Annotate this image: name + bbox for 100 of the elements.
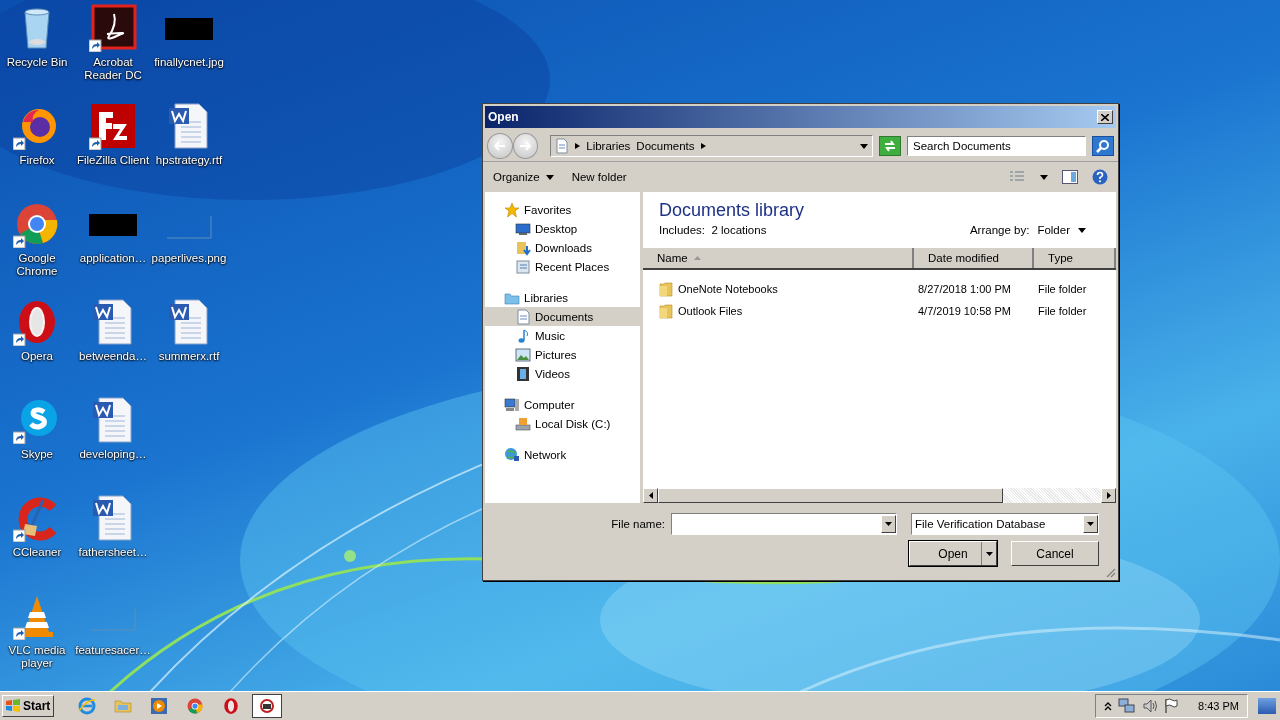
dropdown-button[interactable] [1083, 515, 1098, 533]
chevron-up-icon[interactable] [1104, 701, 1113, 711]
nav-item[interactable]: Documents [485, 307, 640, 326]
refresh-arrows-icon [883, 140, 898, 152]
desktop-icon-label: hpstrategy.rtf [155, 154, 223, 167]
star-icon [504, 201, 520, 218]
column-header[interactable]: Name [643, 248, 914, 268]
document-icon [515, 308, 531, 325]
taskbar-app-button[interactable] [252, 694, 282, 718]
type-cell-text: File folder [1037, 283, 1088, 295]
caret-icon [885, 522, 892, 526]
desktop-icon-label: finallycnet.jpg [154, 56, 224, 69]
chrome-icon [186, 697, 204, 715]
places-icon [515, 258, 531, 275]
nav-item[interactable]: Libraries [485, 288, 640, 307]
type-cell-text: File folder [1037, 305, 1088, 317]
flag-icon[interactable] [1164, 698, 1179, 714]
close-button[interactable] [1097, 110, 1113, 124]
search-icon [1096, 139, 1111, 153]
computer-icon [504, 396, 520, 413]
file-name-cell[interactable]: Outlook Files [643, 303, 914, 319]
scroll-right-button[interactable] [1101, 488, 1116, 503]
dropdown-button[interactable] [881, 515, 896, 533]
breadcrumb-item[interactable]: Libraries [586, 140, 631, 152]
scroll-left-button[interactable] [643, 488, 658, 503]
forward-arrow-icon [519, 141, 532, 151]
desktop-icon-label: Acrobat Reader DC [83, 56, 143, 82]
desktop-icon-label: paperlives.png [151, 252, 227, 265]
folder-icon [114, 697, 132, 715]
arrange-by-label: Arrange by: [969, 224, 1030, 236]
address-bar[interactable]: Libraries Documents [550, 135, 874, 157]
cancel-button[interactable]: Cancel [1011, 541, 1099, 566]
caret-icon [1078, 227, 1086, 233]
resize-grip-icon[interactable] [1105, 567, 1116, 578]
clock[interactable]: 8:43 PM [1198, 700, 1239, 712]
column-header[interactable]: Date modified [914, 248, 1034, 268]
speaker-icon[interactable] [1142, 698, 1159, 714]
list-icon [1010, 171, 1026, 183]
help-button[interactable] [1090, 167, 1110, 187]
start-button[interactable]: Start [2, 695, 54, 717]
nav-item[interactable]: Favorites [485, 200, 640, 219]
nav-item[interactable]: Local Disk (C:) [485, 414, 640, 433]
acrobat-icon[interactable] [89, 4, 137, 52]
close-icon [1101, 113, 1109, 121]
file-name-label: File name: [611, 518, 665, 530]
library-title: Documents library [659, 200, 805, 221]
desktop-icon-label: Google Chrome [15, 252, 59, 278]
desktop-icon-label: fathersheet… [78, 546, 148, 559]
date-cell-text: 4/7/2019 10:58 PM [917, 305, 1012, 317]
date-cell-text: 8/27/2018 1:00 PM [917, 283, 1012, 295]
preview-pane-icon [1062, 170, 1078, 184]
folder-icon [659, 303, 673, 319]
open-button[interactable]: Open [909, 541, 997, 566]
film-icon [515, 365, 531, 382]
search-button[interactable] [1092, 136, 1114, 156]
view-dropdown-button[interactable] [1038, 172, 1050, 182]
desktop-icon-label: summerx.rtf [158, 350, 220, 363]
desktop-icon-label: Recycle Bin [6, 56, 68, 69]
nav-item[interactable]: Computer [485, 395, 640, 414]
nav-item[interactable]: Recent Places [485, 257, 640, 276]
back-button[interactable] [487, 133, 513, 159]
arrange-by-dropdown[interactable]: Folder [1037, 224, 1086, 236]
document-icon [555, 138, 570, 154]
nav-item[interactable]: Downloads [485, 238, 640, 257]
split-dropdown-arrow[interactable] [981, 542, 996, 565]
desktop-icon-label: Firefox [19, 154, 55, 167]
breadcrumb-item[interactable]: Documents [636, 140, 695, 152]
scrollbar-thumb[interactable] [658, 488, 1003, 503]
forward-button[interactable] [512, 133, 539, 159]
search-field[interactable]: Search Documents [906, 136, 1087, 156]
file-name-cell[interactable]: OneNote Notebooks [643, 281, 914, 297]
desktop-icon-label: CCleaner [12, 546, 62, 559]
drive-icon [515, 415, 531, 432]
right-arrow-icon [1106, 492, 1111, 499]
globe-icon [504, 446, 520, 463]
organize-menu-button[interactable]: Organize [489, 168, 558, 186]
new-folder-button[interactable]: New folder [567, 168, 631, 186]
window-title: Open [488, 110, 519, 124]
nav-item[interactable]: Pictures [485, 345, 640, 364]
refresh-button[interactable] [879, 136, 901, 156]
horizontal-scrollbar[interactable] [643, 488, 1116, 503]
column-header[interactable]: Type [1034, 248, 1116, 268]
chevron-icon [700, 143, 706, 149]
file-type-dropdown[interactable]: File Verification Database [911, 513, 1099, 535]
left-arrow-icon [648, 492, 653, 499]
play-icon [150, 697, 168, 715]
nav-item[interactable]: Network [485, 445, 640, 464]
network-icon[interactable] [1118, 698, 1137, 714]
caret-icon [1087, 522, 1094, 526]
preview-pane-button[interactable] [1060, 168, 1080, 186]
app-icon [258, 697, 276, 715]
nav-item[interactable]: Desktop [485, 219, 640, 238]
help-icon [1092, 169, 1108, 185]
nav-item[interactable]: Music [485, 326, 640, 345]
nav-item[interactable]: Videos [485, 364, 640, 383]
download-icon [515, 239, 531, 256]
file-name-field[interactable] [671, 513, 897, 535]
desktop-icon-label: VLC media player [7, 644, 67, 670]
desktop-icon-label: application… [79, 252, 147, 265]
filezilla-icon[interactable] [89, 102, 137, 150]
